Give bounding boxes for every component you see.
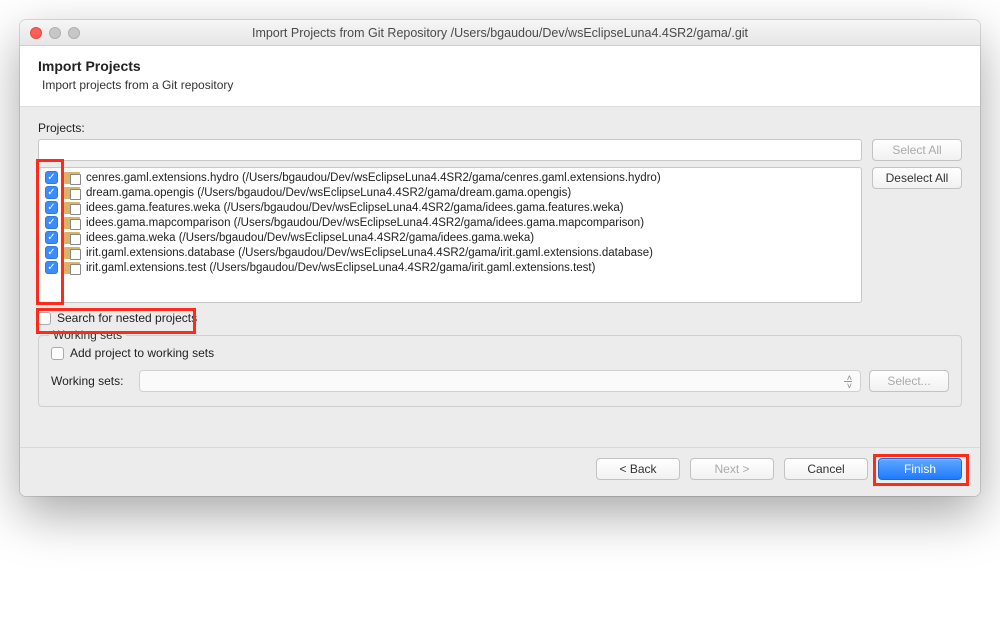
select-all-button[interactable]: Select All [872, 139, 962, 161]
project-checkbox[interactable] [45, 201, 58, 214]
page-title: Import Projects [38, 58, 962, 74]
project-label: irit.gaml.extensions.database (/Users/bg… [86, 247, 653, 259]
wizard-footer: < Back Next > Cancel Finish [20, 447, 980, 496]
project-list-item[interactable]: cenres.gaml.extensions.hydro (/Users/bga… [39, 170, 861, 185]
select-working-sets-button[interactable]: Select... [869, 370, 949, 392]
folder-icon [64, 262, 80, 274]
close-window-icon[interactable] [30, 27, 42, 39]
search-nested-checkbox[interactable] [38, 312, 51, 325]
add-to-working-sets-checkbox[interactable] [51, 347, 64, 360]
folder-icon [64, 202, 80, 214]
project-label: irit.gaml.extensions.test (/Users/bgaudo… [86, 262, 595, 274]
next-button[interactable]: Next > [690, 458, 774, 480]
project-label: idees.gama.features.weka (/Users/bgaudou… [86, 202, 624, 214]
cancel-button[interactable]: Cancel [784, 458, 868, 480]
project-checkbox[interactable] [45, 171, 58, 184]
project-checkbox[interactable] [45, 216, 58, 229]
working-sets-row-label: Working sets: [51, 374, 131, 388]
project-checkbox[interactable] [45, 186, 58, 199]
finish-button[interactable]: Finish [878, 458, 962, 480]
window-title: Import Projects from Git Repository /Use… [30, 26, 970, 40]
zoom-window-icon [68, 27, 80, 39]
working-sets-combo[interactable]: ˄˅ [139, 370, 861, 392]
search-nested-label: Search for nested projects [57, 311, 197, 325]
projects-label: Projects: [38, 121, 962, 135]
projects-filter-input[interactable] [38, 139, 862, 161]
folder-icon [64, 232, 80, 244]
minimize-window-icon [49, 27, 61, 39]
project-checkbox[interactable] [45, 246, 58, 259]
project-checkbox[interactable] [45, 261, 58, 274]
working-sets-group: Working sets Add project to working sets… [38, 335, 962, 407]
working-sets-group-label: Working sets [49, 328, 126, 342]
window-controls [30, 27, 80, 39]
project-label: idees.gama.weka (/Users/bgaudou/Dev/wsEc… [86, 232, 534, 244]
project-list-item[interactable]: irit.gaml.extensions.test (/Users/bgaudo… [39, 260, 861, 275]
folder-icon [64, 247, 80, 259]
project-checkbox[interactable] [45, 231, 58, 244]
search-nested-row[interactable]: Search for nested projects [38, 311, 962, 325]
folder-icon [64, 217, 80, 229]
add-to-working-sets-label: Add project to working sets [70, 346, 214, 360]
project-list-item[interactable]: idees.gama.features.weka (/Users/bgaudou… [39, 200, 861, 215]
project-label: cenres.gaml.extensions.hydro (/Users/bga… [86, 172, 661, 184]
folder-icon [64, 187, 80, 199]
window-titlebar: Import Projects from Git Repository /Use… [20, 20, 980, 46]
page-subtitle: Import projects from a Git repository [42, 78, 962, 92]
deselect-all-button[interactable]: Deselect All [872, 167, 962, 189]
project-label: idees.gama.mapcomparison (/Users/bgaudou… [86, 217, 644, 229]
chevron-updown-icon: ˄˅ [847, 374, 852, 390]
back-button[interactable]: < Back [596, 458, 680, 480]
project-list-item[interactable]: dream.gama.opengis (/Users/bgaudou/Dev/w… [39, 185, 861, 200]
project-list-item[interactable]: idees.gama.mapcomparison (/Users/bgaudou… [39, 215, 861, 230]
project-label: dream.gama.opengis (/Users/bgaudou/Dev/w… [86, 187, 571, 199]
wizard-header: Import Projects Import projects from a G… [20, 46, 980, 107]
folder-icon [64, 172, 80, 184]
project-list-item[interactable]: irit.gaml.extensions.database (/Users/bg… [39, 245, 861, 260]
project-list-item[interactable]: idees.gama.weka (/Users/bgaudou/Dev/wsEc… [39, 230, 861, 245]
projects-list[interactable]: cenres.gaml.extensions.hydro (/Users/bga… [38, 167, 862, 303]
